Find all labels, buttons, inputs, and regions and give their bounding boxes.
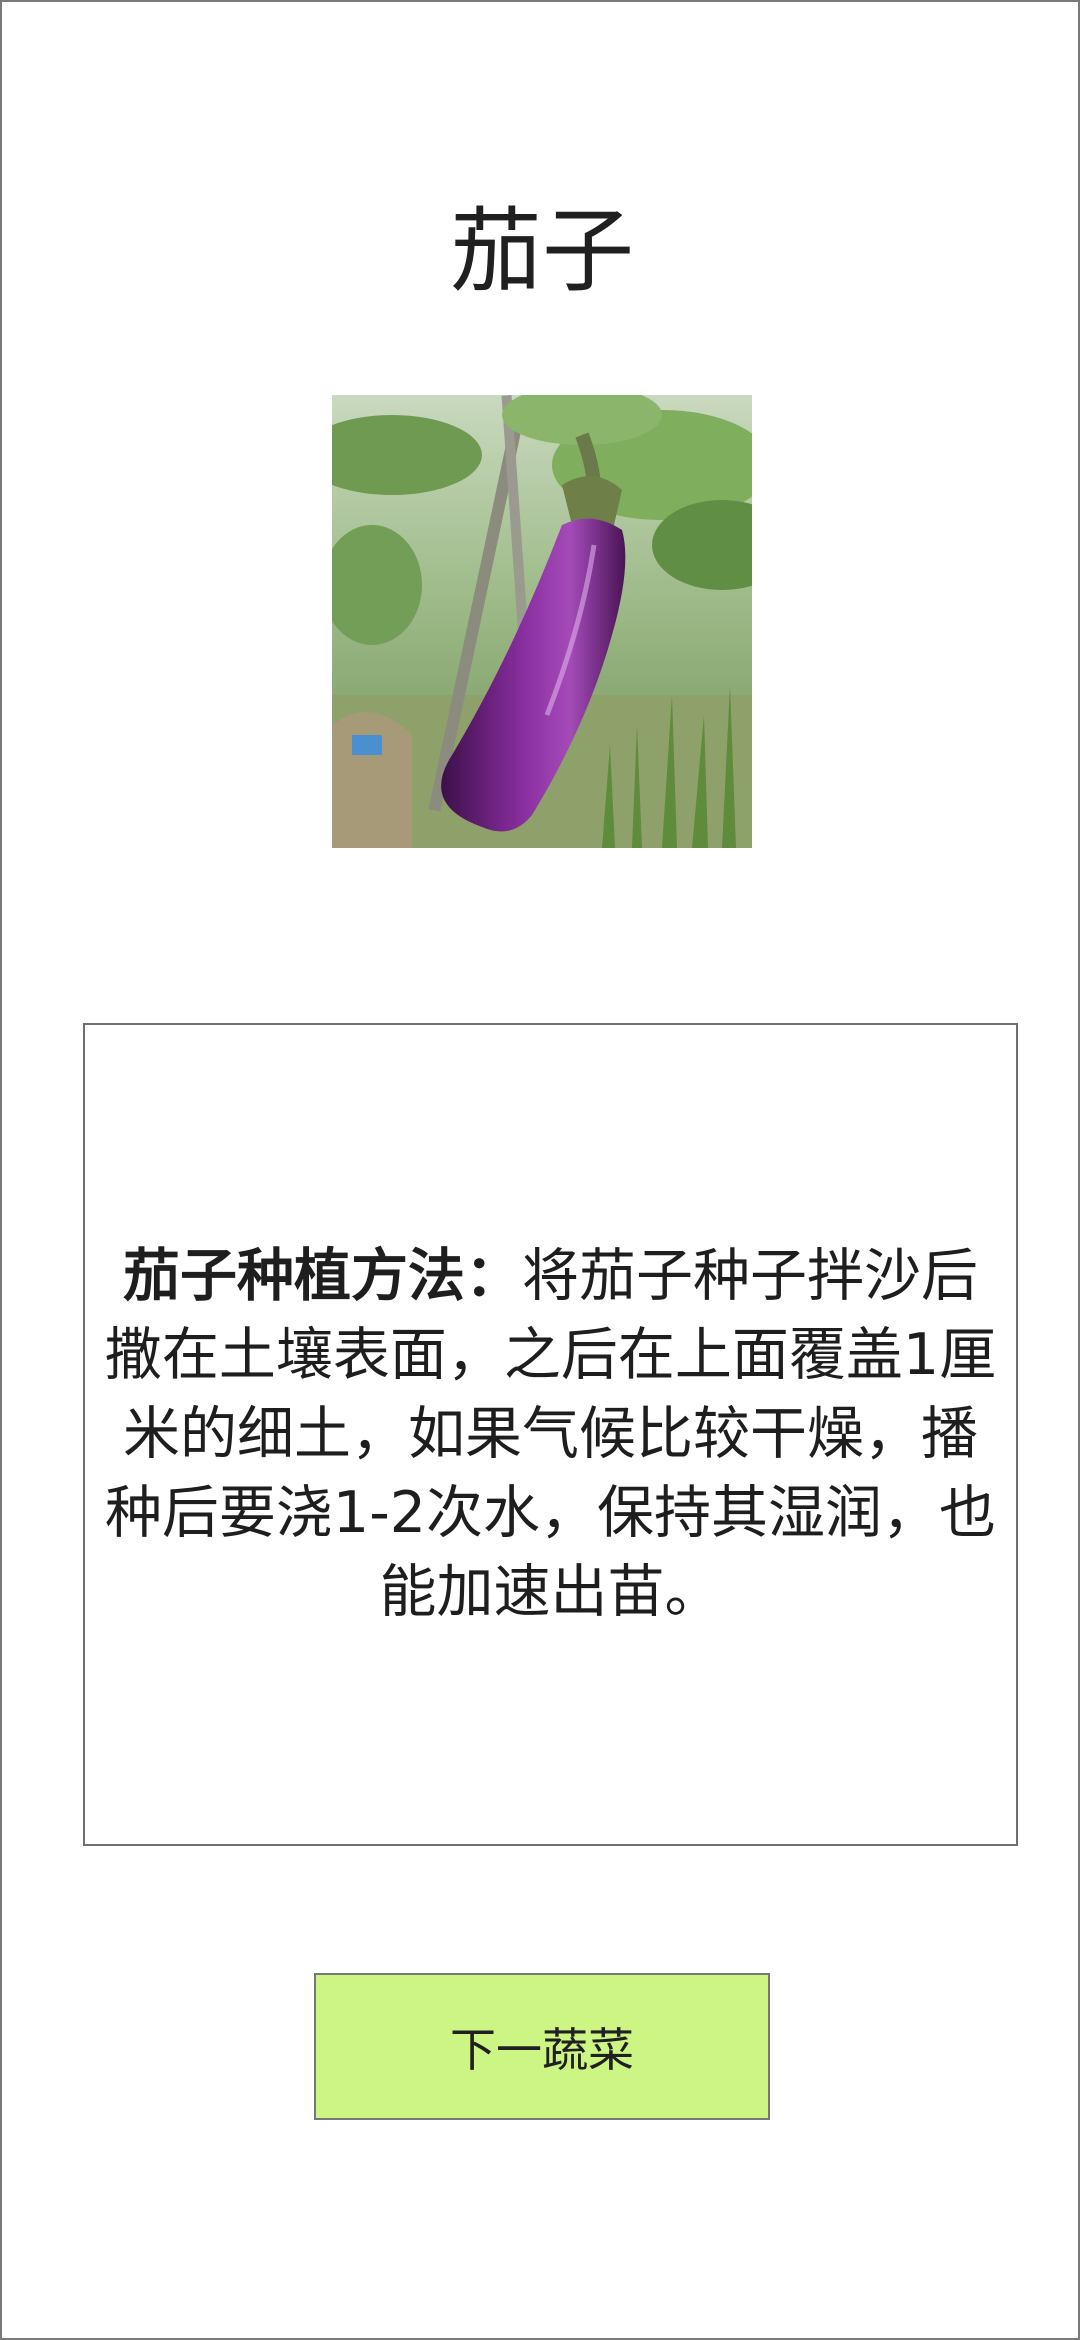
page-title: 茄子: [449, 198, 634, 305]
planting-info-text: 茄子种植方法：将茄子种子拌沙后撒在土壤表面，之后在上面覆盖1厘米的细土，如果气候…: [101, 1237, 1001, 1632]
vegetable-photo: [332, 395, 752, 848]
planting-info-box: 茄子种植方法：将茄子种子拌沙后撒在土壤表面，之后在上面覆盖1厘米的细土，如果气候…: [83, 1023, 1018, 1846]
planting-method-heading: 茄子种植方法：: [123, 1243, 522, 1309]
vegetable-detail-screen: 茄子 茄子种植方法：将茄子种子拌沙后撒在土壤表面，之后在上面覆盖1厘米的细土，如…: [0, 0, 1080, 2340]
next-vegetable-button[interactable]: 下一蔬菜: [314, 1973, 770, 2120]
